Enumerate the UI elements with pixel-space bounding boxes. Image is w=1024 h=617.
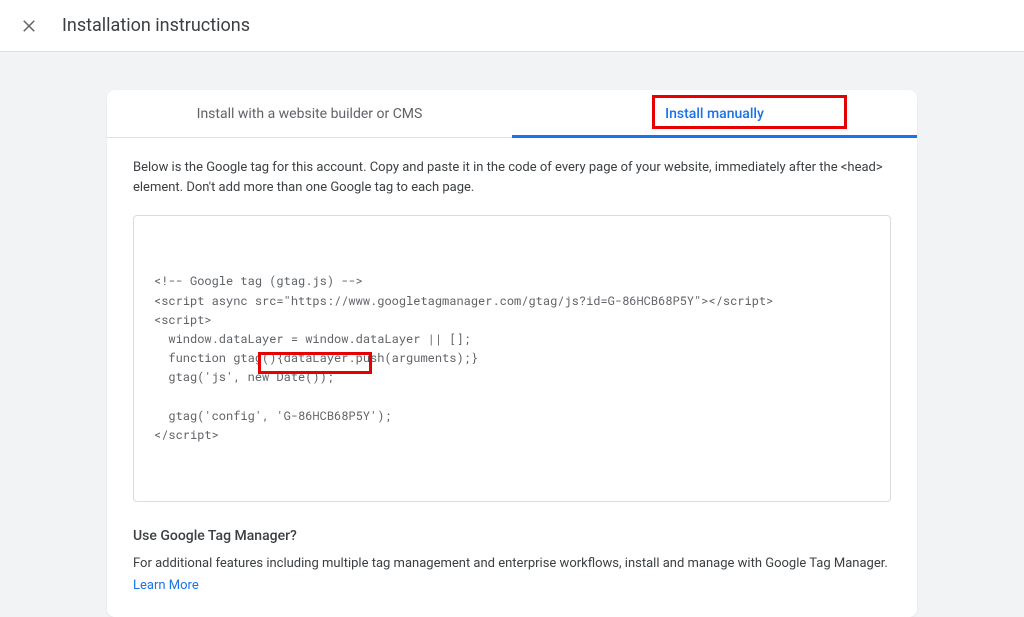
- content-area: Install with a website builder or CMS In…: [0, 52, 1024, 617]
- tab-manual[interactable]: Install manually: [512, 90, 917, 137]
- learn-more-link[interactable]: Learn More: [133, 578, 199, 593]
- copy-icon[interactable]: [858, 230, 876, 248]
- code-line: <script async src="https://www.googletag…: [154, 293, 773, 309]
- code-line: </script>: [154, 427, 219, 443]
- code-line: <!-- Google tag (gtag.js) -->: [154, 273, 363, 289]
- code-line: <script>: [154, 312, 212, 328]
- tab-underline: [512, 135, 917, 138]
- code-line: window.dataLayer = window.dataLayer || […: [154, 331, 471, 347]
- page-title: Installation instructions: [62, 15, 250, 36]
- main-panel: Install with a website builder or CMS In…: [107, 90, 917, 617]
- close-icon[interactable]: [20, 17, 38, 35]
- code-block: <!-- Google tag (gtag.js) --> <script as…: [133, 215, 891, 502]
- gtm-text: For additional features including multip…: [133, 554, 891, 574]
- code-line: gtag('config',: [154, 408, 276, 424]
- code-line: function gtag(){dataLayer.push(arguments…: [154, 350, 478, 366]
- instruction-text: Below is the Google tag for this account…: [133, 158, 891, 197]
- tab-manual-label: Install manually: [665, 106, 764, 122]
- header-bar: Installation instructions: [0, 0, 1024, 52]
- tab-cms[interactable]: Install with a website builder or CMS: [107, 90, 512, 137]
- tab-cms-label: Install with a website builder or CMS: [197, 106, 423, 122]
- panel-body: Below is the Google tag for this account…: [107, 138, 917, 617]
- tabs: Install with a website builder or CMS In…: [107, 90, 917, 138]
- gtm-heading: Use Google Tag Manager?: [133, 528, 891, 544]
- code-line: gtag('js', new Date());: [154, 369, 334, 385]
- code-line-highlighted: 'G-86HCB68P5Y');: [276, 408, 391, 424]
